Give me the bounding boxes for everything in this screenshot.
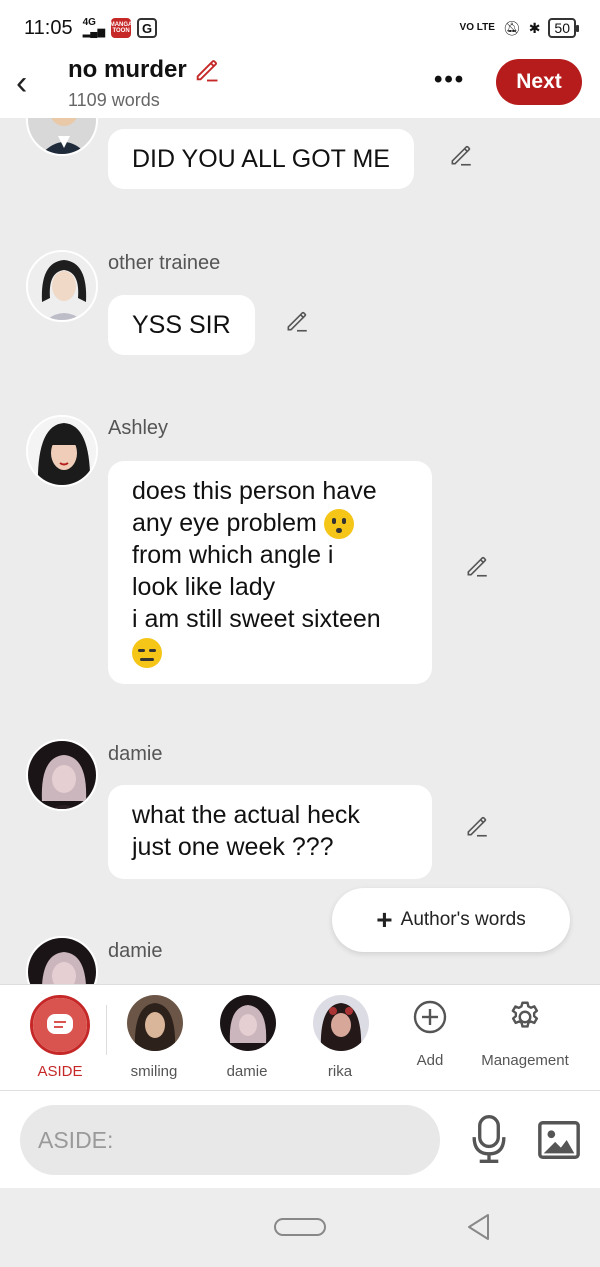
message-bubble[interactable]: what the actual heck just one week ??? (108, 785, 432, 879)
back-triangle-icon[interactable] (464, 1212, 492, 1242)
edit-message-icon[interactable] (448, 142, 474, 168)
back-arrow-icon[interactable]: ‹ (16, 64, 40, 103)
image-icon[interactable] (536, 1117, 582, 1163)
message-bubble[interactable]: YSS SIR (108, 295, 255, 355)
more-options-icon[interactable]: ••• (434, 66, 465, 94)
character-bar: ASIDE smiling damie rika Add Management (0, 984, 600, 1090)
avatar[interactable] (26, 936, 98, 984)
speaker-name: other trainee (108, 252, 221, 274)
management-button[interactable]: Management (470, 985, 580, 1091)
plus-icon: + (376, 904, 393, 935)
avatar (127, 995, 183, 1051)
story-title-row[interactable]: no murder (68, 56, 221, 84)
character-rika[interactable]: rika (293, 985, 387, 1091)
character-label: rika (327, 1063, 353, 1080)
edit-message-icon[interactable] (284, 308, 310, 334)
mute-icon: 🔕︎ (502, 19, 521, 36)
message-bubble[interactable]: does this person have any eye problem fr… (108, 461, 432, 684)
avatar[interactable] (26, 118, 98, 156)
avatar[interactable] (26, 739, 98, 811)
aside-icon (33, 998, 87, 1052)
word-count: 1109 words (68, 90, 160, 110)
signal-icon: 4G ▂▄▆ (82, 17, 106, 38)
chat-area[interactable]: DID YOU ALL GOT ME other trainee YSS SIR… (0, 118, 600, 984)
character-label: Management (481, 1052, 569, 1069)
google-icon: G (137, 18, 158, 38)
message-input[interactable] (20, 1105, 440, 1175)
story-title: no murder (68, 56, 187, 83)
character-label: ASIDE (37, 1063, 83, 1080)
speaker-name: Ashley (108, 417, 169, 439)
system-nav-bar (0, 1188, 600, 1267)
avatar (220, 995, 276, 1051)
battery-icon: 50 (548, 18, 579, 38)
authors-words-button[interactable]: + Author's words (332, 888, 570, 952)
speaker-name: damie (108, 940, 163, 962)
character-smiling[interactable]: smiling (107, 985, 201, 1091)
character-label: smiling (130, 1063, 178, 1080)
status-time: 11:05 (24, 16, 73, 39)
worried-face-emoji (323, 509, 354, 540)
message-bubble[interactable]: DID YOU ALL GOT ME (108, 129, 414, 189)
character-label: Add (416, 1052, 444, 1069)
home-button[interactable] (274, 1218, 326, 1236)
manga-app-icon: MANGA TOON (110, 18, 132, 38)
edit-message-icon[interactable] (464, 813, 490, 839)
edit-message-icon[interactable] (464, 553, 490, 579)
add-circle-icon (413, 1000, 447, 1034)
character-aside[interactable]: ASIDE (13, 985, 107, 1091)
next-button[interactable]: Next (496, 59, 582, 105)
avatar[interactable] (26, 250, 98, 322)
app-header: ‹ no murder 1109 words ••• Next (0, 56, 600, 118)
microphone-icon[interactable] (466, 1113, 512, 1165)
speaker-name: damie (108, 743, 163, 765)
input-bar (0, 1090, 600, 1188)
volte-icon: VO LTE (459, 22, 495, 33)
avatar (313, 995, 369, 1051)
edit-title-icon[interactable] (193, 56, 221, 84)
expressionless-face-emoji (132, 637, 162, 668)
avatar[interactable] (26, 415, 98, 487)
bluetooth-icon: ✱ (528, 19, 541, 36)
add-character-button[interactable]: Add (383, 985, 477, 1091)
status-bar: 11:05 4G ▂▄▆ MANGA TOON G VO LTE 🔕︎ ✱ 50 (0, 0, 600, 56)
gear-icon (511, 1001, 539, 1028)
character-damie[interactable]: damie (200, 985, 294, 1091)
character-label: damie (226, 1063, 268, 1080)
